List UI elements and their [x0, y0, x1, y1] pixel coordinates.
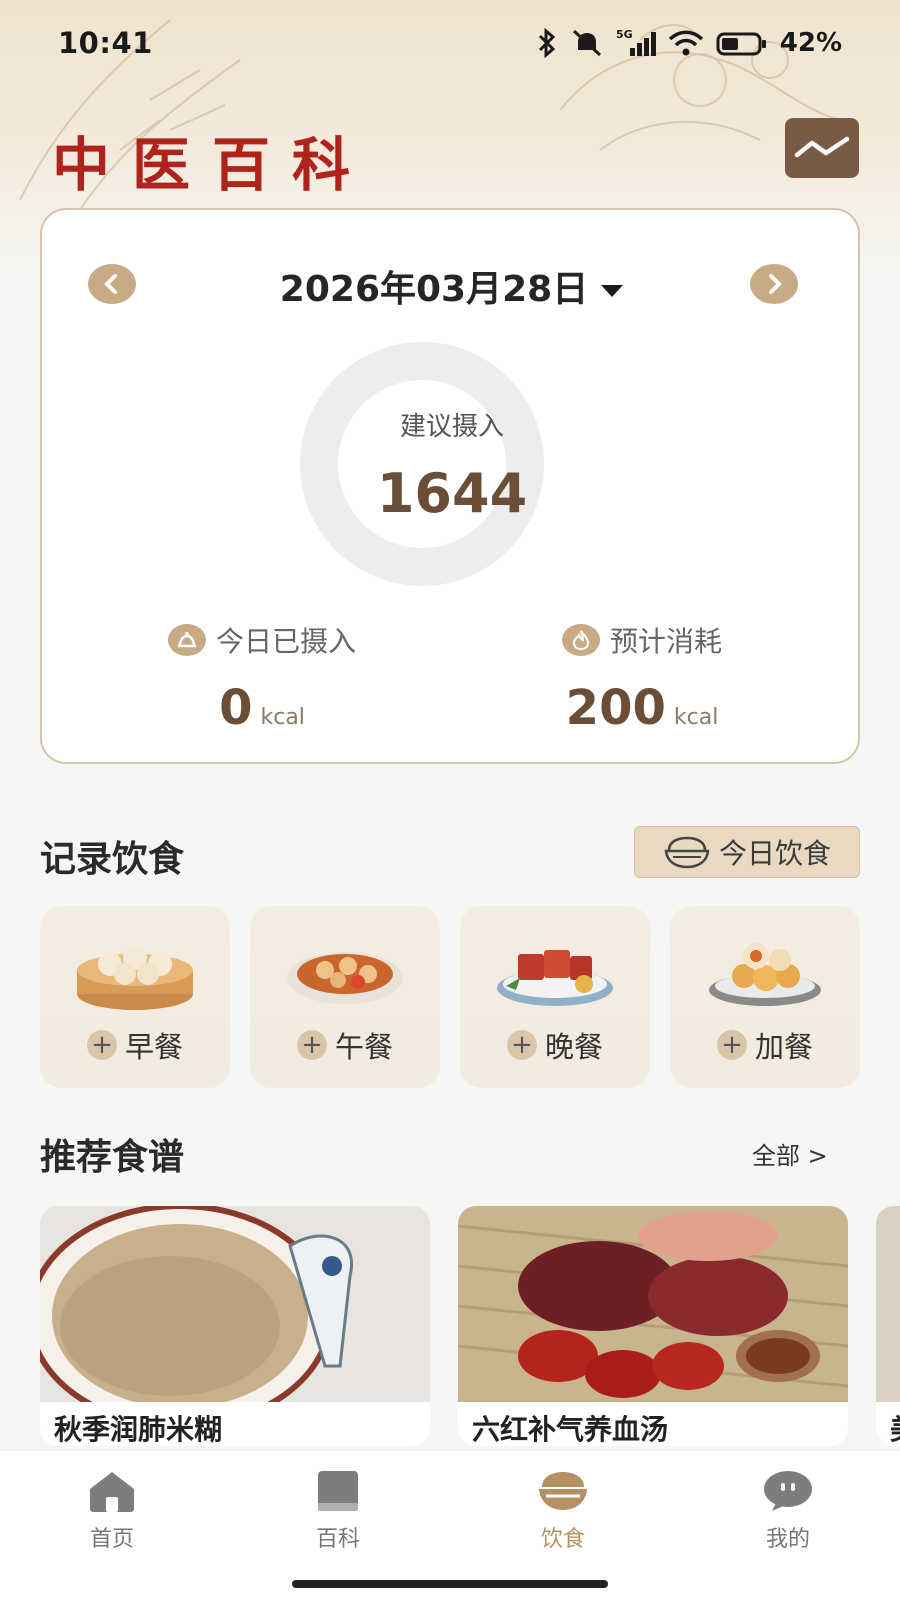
app-header: 中医百科: [0, 108, 900, 199]
meal-card-dinner[interactable]: + 晚餐: [460, 906, 650, 1088]
steamed-buns-icon: [77, 946, 193, 1010]
meal-list: + 早餐 + 午餐 + 晚餐 + 加餐: [40, 906, 860, 1088]
caret-down-icon: [601, 285, 624, 297]
recommended-value: 1644: [376, 462, 528, 525]
home-indicator[interactable]: [292, 1580, 608, 1588]
wifi-icon: [668, 30, 703, 56]
recipe-name: 秋季润肺米糊: [54, 1413, 223, 1446]
mute-icon: [572, 29, 601, 57]
status-bar: 10:41 5G 42%: [0, 0, 900, 86]
next-day-button[interactable]: [750, 264, 798, 304]
tab-profile[interactable]: 我的: [728, 1469, 848, 1553]
intake-value: 0: [219, 680, 253, 736]
signal-icon: 5G: [616, 28, 656, 56]
recipe-photo: [876, 1206, 900, 1402]
meal-label-breakfast: 早餐: [124, 1030, 183, 1064]
recipe-photo: [40, 1206, 430, 1402]
today-diet-button[interactable]: 今日饮食: [634, 826, 860, 878]
date-selector[interactable]: 2026年03月28日: [42, 260, 862, 312]
recipe-photo: [458, 1206, 848, 1402]
plus-icon: +: [716, 1030, 747, 1060]
bluetooth-icon: [538, 28, 555, 58]
battery-icon: [716, 32, 766, 56]
plus-icon: +: [296, 1030, 327, 1060]
burn-label: 预计消耗: [609, 625, 722, 658]
meal-label-dinner: 晚餐: [544, 1030, 603, 1064]
recipe-card[interactable]: 美: [876, 1206, 900, 1446]
trend-button[interactable]: [785, 118, 859, 178]
burn-unit: kcal: [673, 705, 719, 730]
intake-unit: kcal: [260, 705, 305, 730]
recipe-list: 秋季润肺米糊 六红补气养血汤 美: [40, 1206, 900, 1446]
braised-dish-icon: [287, 952, 403, 1004]
braised-pork-icon: [497, 950, 613, 1006]
chevron-right-icon: [769, 274, 782, 294]
tab-label-home: 首页: [89, 1527, 134, 1552]
intake-stat: 今日已摄入 0 kcal: [82, 620, 442, 736]
recipes-section-title: 推荐食谱: [40, 1137, 185, 1178]
plus-icon: +: [506, 1030, 537, 1060]
flame-icon: [561, 624, 600, 656]
meal-card-lunch[interactable]: + 午餐: [250, 906, 440, 1088]
status-time: 10:41: [58, 26, 153, 60]
recipe-name: 美: [890, 1408, 900, 1446]
today-diet-label: 今日饮食: [718, 837, 831, 870]
recommended-caption: 建议摄入: [399, 412, 504, 442]
meal-card-breakfast[interactable]: + 早餐: [40, 906, 230, 1088]
burn-stat: 预计消耗 200 kcal: [462, 620, 822, 736]
pastry-icon: [709, 943, 821, 1006]
tab-label-profile: 我的: [765, 1527, 810, 1552]
see-all-recipes-link[interactable]: 全部 >: [752, 1136, 828, 1171]
date-text: 2026年03月28日: [279, 269, 589, 310]
rice-bowl-icon: [664, 836, 710, 869]
home-icon: [90, 1472, 134, 1512]
meal-icon: [167, 624, 206, 656]
intake-label: 今日已摄入: [215, 625, 356, 658]
calorie-summary-card: 2026年03月28日 建议摄入 1644 今日已摄入 0 kcal 预计消耗 2…: [40, 208, 860, 764]
recipe-card[interactable]: 秋季润肺米糊: [40, 1206, 430, 1446]
meal-label-snack: 加餐: [754, 1030, 813, 1064]
profile-icon: [764, 1471, 812, 1511]
tab-home[interactable]: 首页: [52, 1469, 172, 1553]
tab-label-diet: 饮食: [540, 1527, 585, 1552]
app-title: 中医百科: [52, 131, 373, 199]
plus-icon: +: [86, 1030, 117, 1060]
meal-label-lunch: 午餐: [334, 1030, 393, 1064]
tab-diet[interactable]: 饮食: [503, 1469, 623, 1553]
trend-chart-icon: [794, 136, 850, 158]
tab-encyclopedia[interactable]: 百科: [278, 1469, 398, 1553]
burn-value: 200: [565, 680, 666, 736]
status-icons: 5G 42%: [536, 28, 842, 58]
record-section-title: 记录饮食: [40, 839, 185, 880]
meal-card-snack[interactable]: + 加餐: [670, 906, 860, 1088]
book-icon: [318, 1471, 358, 1511]
tab-label-encyclopedia: 百科: [315, 1527, 360, 1552]
battery-percent: 42%: [779, 28, 842, 58]
bottom-tab-bar: 首页 百科 饮食 我的: [0, 1450, 900, 1600]
recipe-card[interactable]: 六红补气养血汤: [458, 1206, 848, 1446]
rice-bowl-icon: [539, 1472, 587, 1510]
recipe-name: 六红补气养血汤: [472, 1413, 669, 1446]
svg-text:5G: 5G: [616, 28, 633, 41]
